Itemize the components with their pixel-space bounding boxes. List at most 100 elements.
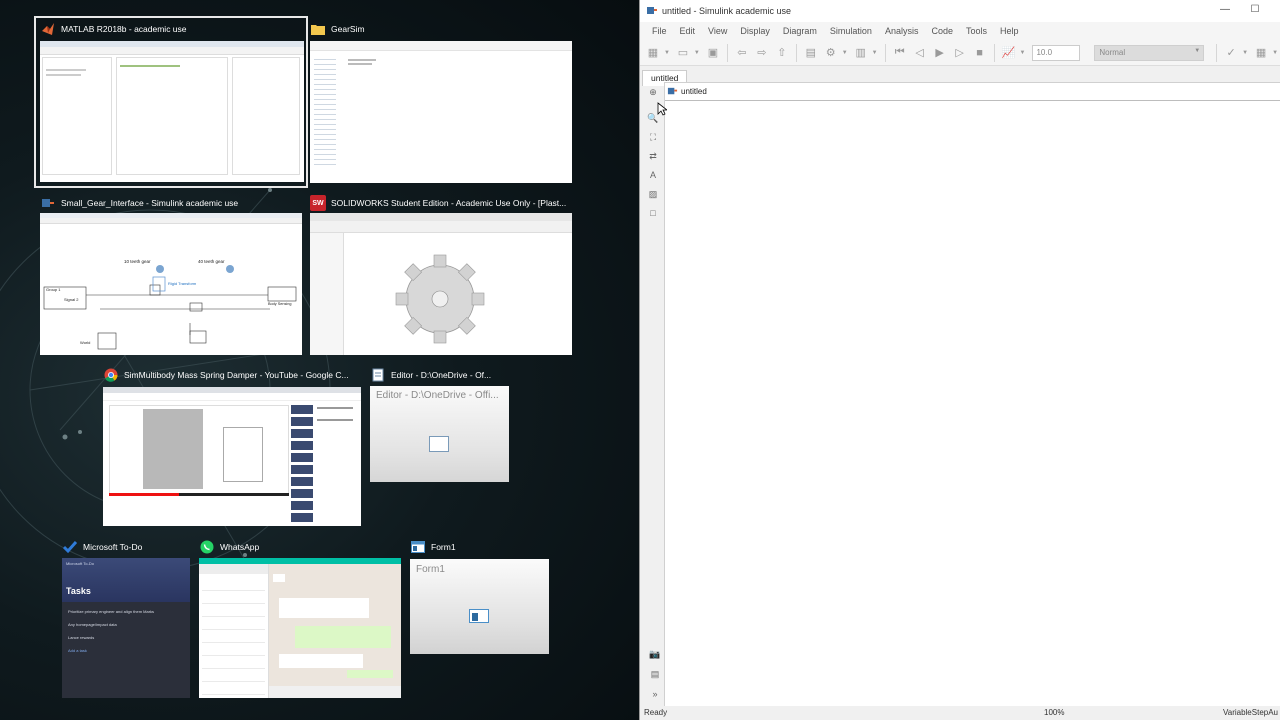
window-title: SimMultibody Mass Spring Damper - YouTub… <box>124 370 349 380</box>
menu-view[interactable]: View <box>702 26 734 36</box>
menu-file[interactable]: File <box>646 26 674 36</box>
menu-simulation[interactable]: Simulation <box>824 26 879 36</box>
simulation-mode-select[interactable]: Normal ▼ <box>1094 44 1205 61</box>
minimize-icon[interactable]: — <box>1218 3 1232 17</box>
property-inspector-icon[interactable]: ▤ <box>647 666 663 682</box>
model-settings-gear-icon[interactable]: ⚙ <box>822 44 840 62</box>
task-view: MATLAB R2018b - academic use GearSim Sma… <box>0 0 639 720</box>
open-folder-icon[interactable]: ▭ <box>674 44 692 62</box>
form1-preview-text: Form1 <box>416 564 445 575</box>
up-arrow-icon[interactable]: ⇧ <box>773 44 791 62</box>
todo-task: Prioritize primary engineer and align th… <box>68 609 155 614</box>
window-title: SOLIDWORKS Student Edition - Academic Us… <box>331 198 567 208</box>
status-bar: Ready 100% VariableStepAu <box>640 706 1280 720</box>
todo-check-icon <box>62 539 78 555</box>
todo-task: Lance rewards <box>68 635 95 640</box>
matlab-icon <box>40 21 56 37</box>
window-preview-simulink-model: 10 teeth gear 40 teeth gear Rigid Transf… <box>40 213 302 355</box>
step-forward-icon[interactable]: ▷ <box>951 44 969 62</box>
window-tile-solidworks[interactable]: SW SOLIDWORKS Student Edition - Academic… <box>308 192 574 358</box>
group-label: Group 1 <box>46 287 61 292</box>
window-preview-matlab <box>40 41 304 182</box>
form-icon <box>410 539 426 555</box>
window-tile-microsoft-todo[interactable]: Microsoft To-Do Microsoft To-Do Tasks Pr… <box>60 536 192 700</box>
step-back-single-icon[interactable]: ◁ <box>911 44 929 62</box>
zoom-level: 100% <box>1044 708 1065 717</box>
model-canvas[interactable]: untitled <box>664 82 1280 706</box>
todo-task: Any homepage/impact data <box>68 622 117 627</box>
stop-time-input[interactable]: 10.0 <box>1032 44 1081 61</box>
arrows-icon[interactable]: ⇄ <box>645 148 661 164</box>
title-bar[interactable]: untitled - Simulink academic use — ☐ <box>640 0 1280 22</box>
menu-analysis[interactable]: Analysis <box>879 26 926 36</box>
window-tile-whatsapp[interactable]: WhatsApp <box>197 536 403 700</box>
rigid-transform-label: Rigid Transform <box>168 281 197 286</box>
world-label: World <box>80 340 90 345</box>
window-title: Editor - D:\OneDrive - Of... <box>391 370 492 380</box>
fit-to-view-icon[interactable]: ⛶ <box>645 129 661 145</box>
menu-code[interactable]: Code <box>925 26 960 36</box>
window-tile-editor[interactable]: Editor - D:\OneDrive - Of... Editor - D:… <box>368 364 512 484</box>
forward-arrow-icon[interactable]: ⇨ <box>753 44 771 62</box>
image-icon[interactable]: ▨ <box>645 186 661 202</box>
window-tile-small-gear-interface[interactable]: Small_Gear_Interface - Simulink academic… <box>38 192 304 358</box>
menu-display[interactable]: Display <box>734 26 777 36</box>
window-tile-matlab[interactable]: MATLAB R2018b - academic use <box>34 16 308 188</box>
simulation-mode-value: Normal <box>1099 47 1126 57</box>
library-browser-icon[interactable]: ▤ <box>802 44 820 62</box>
window-title: untitled - Simulink academic use <box>662 6 792 16</box>
expand-chevrons-icon[interactable]: » <box>647 686 663 702</box>
screenshot-camera-icon[interactable]: 📷 <box>647 646 663 662</box>
breadcrumb-item[interactable]: untitled <box>681 87 707 96</box>
breadcrumb: untitled <box>665 83 1280 101</box>
area-icon[interactable]: □ <box>645 205 661 221</box>
window-title: Form1 <box>431 542 456 552</box>
whatsapp-icon <box>199 539 215 555</box>
window-title: Microsoft To-Do <box>83 542 143 552</box>
window-preview-whatsapp <box>199 558 401 698</box>
window-tile-gearsim[interactable]: GearSim <box>308 18 574 186</box>
window-preview-form1: Form1 <box>410 559 549 654</box>
window-preview-solidworks <box>310 213 572 355</box>
window-title: Small_Gear_Interface - Simulink academic… <box>61 198 239 208</box>
window-preview-todo: Microsoft To-Do Tasks Prioritize primary… <box>62 558 190 698</box>
simulink-window[interactable]: untitled - Simulink academic use — ☐ Fil… <box>639 0 1280 720</box>
simulink-icon <box>40 195 56 211</box>
todo-heading: Tasks <box>66 586 91 596</box>
run-icon[interactable]: ▶ <box>931 44 949 62</box>
todo-add-task: Add a task <box>68 648 87 653</box>
editor-preview-text: Editor - D:\OneDrive - Offi... <box>376 390 499 401</box>
back-arrow-icon[interactable]: ⇦ <box>733 44 751 62</box>
window-preview-editor: Editor - D:\OneDrive - Offi... <box>370 386 509 482</box>
menu-edit[interactable]: Edit <box>674 26 703 36</box>
stop-icon[interactable]: ■ <box>971 44 989 62</box>
window-title: WhatsApp <box>220 542 260 552</box>
toolbar: ▦ ▼ ▭ ▼ ▣ ⇦ ⇨ ⇧ ▤ ⚙ ▼ ▥ ▼ ⏮ ◁ ▶ ▷ ■ 📈 ▼ 10.0 … <box>640 40 1280 66</box>
window-title: MATLAB R2018b - academic use <box>61 24 187 34</box>
menu-bar: File Edit View Display Diagram Simulatio… <box>640 22 1280 40</box>
folder-icon <box>310 21 326 37</box>
new-model-icon[interactable]: ▦ <box>644 44 662 62</box>
maximize-icon[interactable]: ☐ <box>1248 3 1262 17</box>
annotation-icon[interactable]: A <box>645 167 661 183</box>
window-preview-gearsim <box>310 41 572 183</box>
solidworks-icon: SW <box>310 195 326 211</box>
model-explorer-icon[interactable]: ▥ <box>852 44 870 62</box>
apps-grid-icon[interactable]: ▦ <box>1252 44 1270 62</box>
step-back-icon[interactable]: ⏮ <box>891 44 909 62</box>
window-tile-youtube-chrome[interactable]: SimMultibody Mass Spring Damper - YouTub… <box>101 364 363 528</box>
window-title: GearSim <box>331 24 365 34</box>
menu-diagram[interactable]: Diagram <box>777 26 824 36</box>
simulink-model-icon <box>667 87 678 95</box>
model-advisor-check-icon[interactable]: ✓ <box>1222 44 1240 62</box>
menu-help[interactable]: Help <box>994 26 1026 36</box>
mouse-cursor-icon <box>657 102 667 116</box>
scope-icon[interactable]: 📈 <box>1000 44 1018 62</box>
save-icon[interactable]: ▣ <box>704 44 722 62</box>
menu-tools[interactable]: Tools <box>960 26 994 36</box>
simulink-icon <box>647 7 657 14</box>
chevron-down-icon: ▼ <box>1194 47 1201 54</box>
hide-explorer-icon[interactable]: ⊕ <box>645 84 661 100</box>
window-tile-form1[interactable]: Form1 Form1 <box>408 536 552 656</box>
gear-model <box>395 254 485 344</box>
